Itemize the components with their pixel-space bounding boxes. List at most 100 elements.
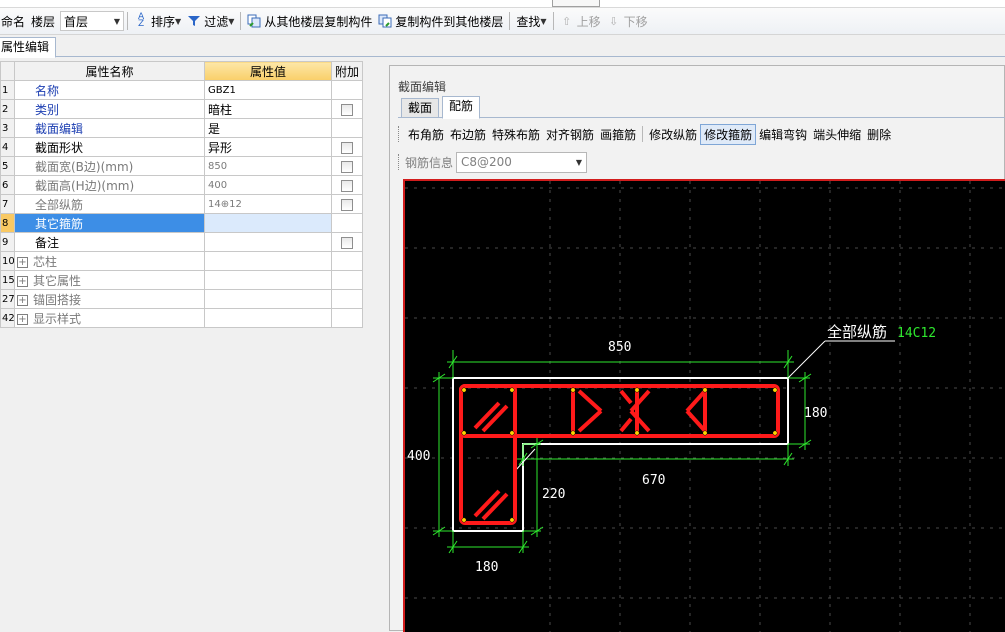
tab-rebar[interactable]: 配筋 <box>442 96 481 119</box>
table-row[interactable]: 7 全部纵筋 14⊕12 <box>0 194 363 214</box>
all-bars-value[interactable]: 14C12 <box>897 326 936 341</box>
property-name: 截面形状 <box>14 137 205 157</box>
end-extend-button[interactable]: 端头伸缩 <box>810 124 864 145</box>
move-down-label: 下移 <box>623 14 648 29</box>
all-bars-label[interactable]: 全部纵筋 <box>827 323 887 341</box>
chevron-down-icon: ▼ <box>175 16 182 26</box>
extra-checkbox[interactable] <box>341 236 353 249</box>
section-canvas[interactable]: 850 400 180 670 220 180 全部纵筋 14C12 <box>403 179 1005 632</box>
property-value[interactable] <box>204 289 332 309</box>
table-row[interactable]: 42 + 显示样式 <box>0 308 363 328</box>
copy-from-floor-label: 从其他楼层复制构件 <box>264 14 373 29</box>
copy-to-floor-button[interactable]: 复制构件到其他楼层 <box>375 10 506 32</box>
dim-bottom-label: 180 <box>475 560 498 575</box>
property-name: + 显示样式 <box>14 308 205 328</box>
table-row[interactable]: 10 + 芯柱 <box>0 251 363 271</box>
sort-az-icon: AZ <box>137 12 145 29</box>
sort-button[interactable]: AZ 排序 ▼ <box>131 10 184 32</box>
row-number: 6 <box>0 175 15 195</box>
rebar-info-label: 钢筋信息 <box>405 155 454 170</box>
property-name: + 芯柱 <box>14 251 205 271</box>
property-value[interactable] <box>204 232 332 252</box>
extra-checkbox[interactable] <box>341 141 353 154</box>
table-row[interactable]: 3 截面编辑 是 <box>0 118 363 138</box>
property-value[interactable]: 是 <box>204 118 332 138</box>
property-value[interactable]: 暗柱 <box>204 99 332 119</box>
rename-button[interactable]: 命名 <box>0 10 28 32</box>
table-row[interactable]: 5 截面宽(B边)(mm) 850 <box>0 156 363 176</box>
property-extra <box>331 118 363 138</box>
property-value[interactable] <box>204 213 332 233</box>
table-row[interactable]: 2 类别 暗柱 <box>0 99 363 119</box>
floor-select[interactable]: 首层 ▼ <box>60 11 125 31</box>
property-name-text: 截面编辑 <box>35 121 84 136</box>
move-down-button[interactable]: ⇩ 下移 <box>604 10 651 32</box>
copy-to-floor-icon <box>378 14 392 28</box>
property-extra <box>331 251 363 271</box>
extra-checkbox[interactable] <box>341 179 353 192</box>
expand-plus-icon[interactable]: + <box>17 275 28 287</box>
property-name-text: 截面高(H边)(mm) <box>35 178 135 193</box>
rebar-info-select[interactable]: C8@200 ▼ <box>456 151 588 173</box>
property-value[interactable]: 400 <box>204 175 332 195</box>
grid-header-value[interactable]: 属性值 <box>204 61 332 81</box>
dim-right-label: 180 <box>804 406 827 421</box>
special-bar-button[interactable]: 特殊布筋 <box>489 124 543 145</box>
corner-bar-button[interactable]: 布角筋 <box>405 124 447 145</box>
property-extra <box>331 156 363 176</box>
property-name-text: 锚固搭接 <box>33 292 82 307</box>
find-button[interactable]: 查找 ▼ <box>513 10 549 32</box>
table-row[interactable]: 15 + 其它属性 <box>0 270 363 290</box>
property-name: 截面宽(B边)(mm) <box>14 156 205 176</box>
row-number: 9 <box>0 232 15 252</box>
toolbar-grip[interactable] <box>398 154 401 170</box>
delete-button[interactable]: 删除 <box>864 124 894 145</box>
property-value[interactable]: 850 <box>204 156 332 176</box>
tab-section[interactable]: 截面 <box>401 98 440 118</box>
tab-property-edit[interactable]: 属性编辑 <box>0 37 57 58</box>
table-row[interactable]: 6 截面高(H边)(mm) 400 <box>0 175 363 195</box>
row-number: 8 <box>0 213 15 233</box>
extra-checkbox[interactable] <box>341 198 353 211</box>
top-tab-stub[interactable] <box>552 0 600 7</box>
edit-long-bar-button[interactable]: 修改纵筋 <box>646 124 700 145</box>
property-extra <box>331 99 363 119</box>
table-row[interactable]: 4 截面形状 异形 <box>0 137 363 157</box>
property-value[interactable] <box>204 270 332 290</box>
grid-header-name[interactable]: 属性名称 <box>14 61 205 81</box>
edit-hook-button[interactable]: 编辑弯钩 <box>756 124 810 145</box>
copy-from-floor-button[interactable]: 从其他楼层复制构件 <box>244 10 375 32</box>
grid-header-extra[interactable]: 附加 <box>331 61 363 81</box>
table-row[interactable]: 27 + 锚固搭接 <box>0 289 363 309</box>
dim-left-label: 400 <box>407 449 430 464</box>
expand-plus-icon[interactable]: + <box>17 294 28 306</box>
extra-checkbox[interactable] <box>341 160 353 173</box>
table-row[interactable]: 9 备注 <box>0 232 363 252</box>
expand-plus-icon[interactable]: + <box>17 256 28 268</box>
property-value[interactable] <box>204 251 332 271</box>
filter-button[interactable]: 过滤 ▼ <box>184 10 237 32</box>
toolbar-grip[interactable] <box>398 126 401 142</box>
row-number: 10 <box>0 251 15 271</box>
align-bar-button[interactable]: 对齐钢筋 <box>543 124 597 145</box>
leader-line <box>787 340 826 379</box>
row-number: 5 <box>0 156 15 176</box>
row-number: 2 <box>0 99 15 119</box>
property-value[interactable]: 14⊕12 <box>204 194 332 214</box>
extra-checkbox[interactable] <box>341 103 353 116</box>
section-drawing: 850 400 180 670 220 180 全部纵筋 14C12 <box>405 181 1005 632</box>
property-value[interactable]: 异形 <box>204 137 332 157</box>
move-up-button[interactable]: ⇧ 上移 <box>557 10 604 32</box>
property-name-text: 芯柱 <box>33 254 58 269</box>
expand-plus-icon[interactable]: + <box>17 313 28 325</box>
section-outline[interactable] <box>452 377 789 532</box>
property-value[interactable]: GBZ1 <box>204 80 332 100</box>
edit-stirrup-button[interactable]: 修改箍筋 <box>700 123 757 145</box>
table-row[interactable]: 1 名称 GBZ1 <box>0 80 363 100</box>
draw-stirrup-button[interactable]: 画箍筋 <box>597 124 639 145</box>
edge-bar-button[interactable]: 布边筋 <box>447 124 489 145</box>
property-name-text: 截面宽(B边)(mm) <box>35 159 134 174</box>
property-value[interactable] <box>204 308 332 328</box>
table-row-selected[interactable]: 8 其它箍筋 <box>0 213 363 233</box>
property-name: 截面高(H边)(mm) <box>14 175 205 195</box>
